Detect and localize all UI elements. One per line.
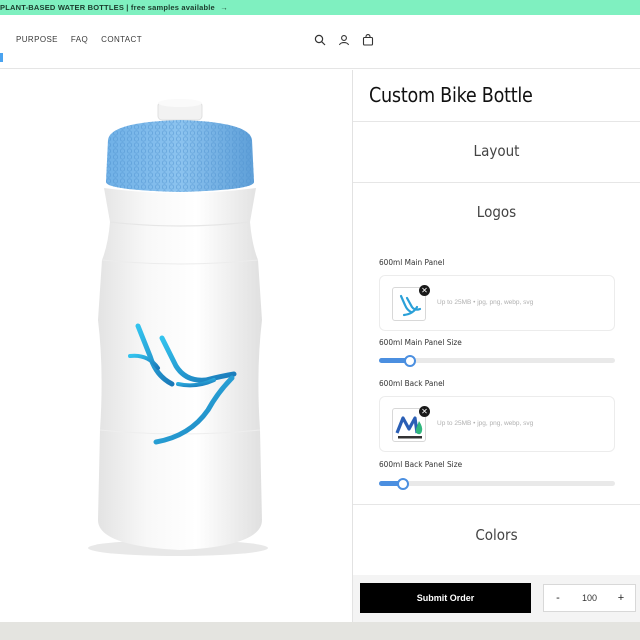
remove-main-logo-button[interactable]: ✕ — [419, 285, 430, 296]
search-icon[interactable] — [313, 33, 327, 47]
nav-item-purpose[interactable]: PURPOSE — [16, 35, 58, 44]
remove-back-logo-button[interactable]: ✕ — [419, 406, 430, 417]
main-panel-label: 600ml Main Panel — [379, 258, 445, 267]
main-size-slider[interactable] — [379, 354, 615, 367]
back-size-label: 600ml Back Panel Size — [379, 460, 463, 469]
back-panel-label: 600ml Back Panel — [379, 379, 445, 388]
section-layout[interactable]: Layout — [367, 142, 625, 160]
increase-quantity-button[interactable]: + — [607, 585, 635, 611]
bottle-icon — [88, 99, 268, 556]
site-header: PURPOSE FAQ CONTACT — [0, 15, 640, 69]
back-size-slider-handle[interactable] — [397, 477, 409, 490]
divider — [353, 504, 640, 505]
cart-icon[interactable] — [361, 33, 375, 47]
submit-order-button[interactable]: Submit Order — [360, 583, 531, 613]
upload-hint: Up to 25MB • jpg, png, webp, svg — [437, 299, 534, 306]
header-icons — [313, 33, 375, 47]
section-logos[interactable]: Logos — [367, 203, 625, 221]
nav-item-faq[interactable]: FAQ — [71, 35, 88, 44]
decrease-quantity-button[interactable]: - — [544, 585, 572, 611]
footer-strip — [0, 622, 640, 640]
main-nav: PURPOSE FAQ CONTACT — [16, 35, 142, 44]
back-size-slider[interactable] — [379, 477, 615, 490]
announcement-text: PLANT-BASED WATER BOTTLES | free samples… — [0, 3, 215, 12]
account-icon[interactable] — [337, 33, 351, 47]
upload-hint: Up to 25MB • jpg, png, webp, svg — [437, 420, 534, 427]
order-bar: Submit Order - 100 + — [353, 575, 640, 622]
main-panel-upload[interactable]: ✕ Up to 25MB • jpg, png, webp, svg — [379, 275, 615, 331]
product-image-pane — [0, 70, 352, 622]
divider — [353, 121, 640, 122]
nav-item-contact[interactable]: CONTACT — [101, 35, 142, 44]
back-panel-upload[interactable]: ✕ Up to 25MB • jpg, png, webp, svg — [379, 396, 615, 452]
nav-active-indicator — [0, 53, 3, 62]
arrow-right-icon: → — [220, 3, 228, 12]
main-size-slider-handle[interactable] — [404, 354, 416, 367]
main-size-label: 600ml Main Panel Size — [379, 338, 462, 347]
customizer-panel: Custom Bike Bottle Layout Logos 600ml Ma… — [353, 70, 640, 622]
quantity-stepper: - 100 + — [543, 584, 636, 612]
product-title: Custom Bike Bottle — [369, 83, 533, 107]
quantity-input[interactable]: 100 — [572, 593, 607, 603]
section-colors[interactable]: Colors — [367, 526, 625, 544]
announcement-bar[interactable]: PLANT-BASED WATER BOTTLES | free samples… — [0, 0, 640, 15]
divider — [353, 182, 640, 183]
